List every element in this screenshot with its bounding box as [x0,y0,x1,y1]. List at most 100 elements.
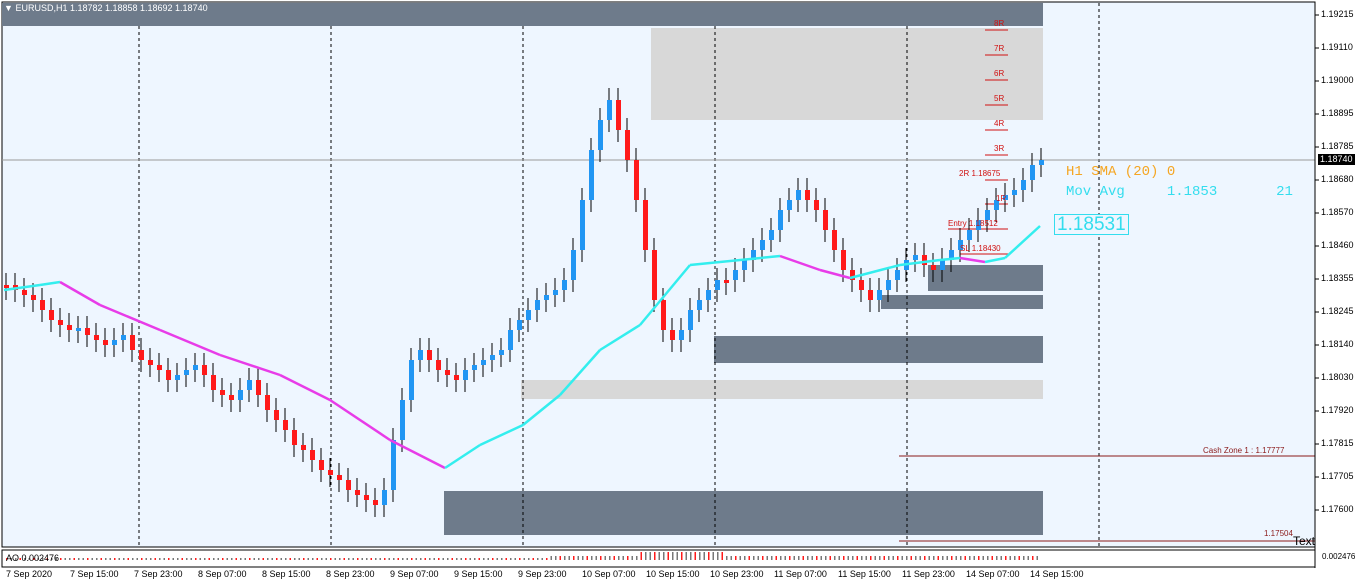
ao-bar [816,556,818,560]
ao-bar [784,556,786,560]
ao-bar [519,558,521,560]
ao-bar [415,558,417,560]
candle-body [805,190,810,200]
ao-bar [240,558,242,560]
symbol-header[interactable]: ▼ EURUSD,H1 1.18782 1.18858 1.18692 1.18… [4,4,208,13]
ao-bar [451,558,453,560]
price-axis-label: 1.19110 [1321,42,1353,52]
ao-bar [420,558,422,560]
ao-bar [1036,556,1038,560]
candle-body [409,360,414,400]
ao-bar [897,556,899,560]
ao-bar [811,556,813,560]
candle-body [1021,180,1026,190]
candle-body [688,310,693,330]
candle-body [202,365,207,375]
ao-bar [532,558,534,560]
text-object[interactable]: Text [1293,535,1315,547]
ao-bar [334,558,336,560]
price-axis-label: 1.17600 [1321,504,1354,514]
time-axis-label: 9 Sep 23:00 [518,569,567,579]
ao-bar [924,556,926,560]
ao-bar [573,556,575,560]
time-axis-label: 14 Sep 07:00 [966,569,1020,579]
candle-body [769,230,774,240]
ao-bar [105,558,107,560]
ao-bar [717,552,719,560]
price-axis-label: 1.18895 [1321,108,1354,118]
candle-body [742,260,747,270]
candle-body [778,210,783,230]
ao-bar [289,558,291,560]
ao-bar [996,556,998,560]
demand-zone-1 [928,265,1043,291]
candle-body [499,350,504,355]
ao-bar [424,558,426,560]
candle-body [319,460,324,470]
ao-bar [199,558,201,560]
price-axis-label: 1.19215 [1321,9,1354,19]
candle-body [85,328,90,335]
candle-body [175,375,180,380]
candle-body [373,500,378,505]
candle-body [463,370,468,380]
ao-bar [829,556,831,560]
candle-body [1030,165,1035,180]
ao-bar [1009,556,1011,560]
ao-bar [118,558,120,560]
ao-bar [978,556,980,560]
ao-bar [964,556,966,560]
ao-bar [861,556,863,560]
current-price-tag: 1.18740 [1318,154,1355,165]
ao-bar [1000,556,1002,560]
time-axis-label: 14 Sep 15:00 [1030,569,1084,579]
ao-bar [600,556,602,560]
price-chart[interactable] [0,0,1362,585]
ao-bar [316,558,318,560]
ao-bar [217,558,219,560]
ao-bar [159,558,161,560]
ao-bar [294,558,296,560]
candle-body [553,290,558,295]
ao-bar [991,556,993,560]
ao-bar [141,558,143,560]
ao-bar [456,558,458,560]
candle-body [490,355,495,360]
candle-body [922,255,927,265]
ao-bar [865,556,867,560]
symbol-ohlc: EURUSD,H1 1.18782 1.18858 1.18692 1.1874… [15,3,208,13]
ao-bar [604,556,606,560]
level-5r: 5R [994,94,1005,103]
ao-bar [348,558,350,560]
candle-body [130,335,135,350]
ao-bar [69,558,71,560]
ao-bar [244,558,246,560]
ao-bar [834,556,836,560]
ao-bar [150,558,152,560]
candle-body [868,290,873,300]
candle-body [274,410,279,420]
ao-bar [559,556,561,560]
candle-body [607,100,612,120]
ao-bar [510,558,512,560]
dropdown-triangle-icon[interactable]: ▼ [4,3,13,13]
candle-body [418,350,423,360]
candle-body [292,430,297,445]
ao-bar [636,556,638,560]
ao-bar [555,556,557,560]
ao-bar [312,558,314,560]
ao-bar [249,558,251,560]
ao-bar [762,556,764,560]
ao-bar [672,552,674,560]
ao-bar [730,556,732,560]
candle-body [445,370,450,375]
level-3r: 3R [994,144,1005,153]
level-7r: 7R [994,44,1005,53]
candle-body [229,395,234,400]
candle-body [481,360,486,365]
ao-bar [505,558,507,560]
demand-zone-light [521,380,1043,399]
time-axis-label: 9 Sep 15:00 [454,569,503,579]
ao-bar [528,558,530,560]
ao-bar [915,556,917,560]
